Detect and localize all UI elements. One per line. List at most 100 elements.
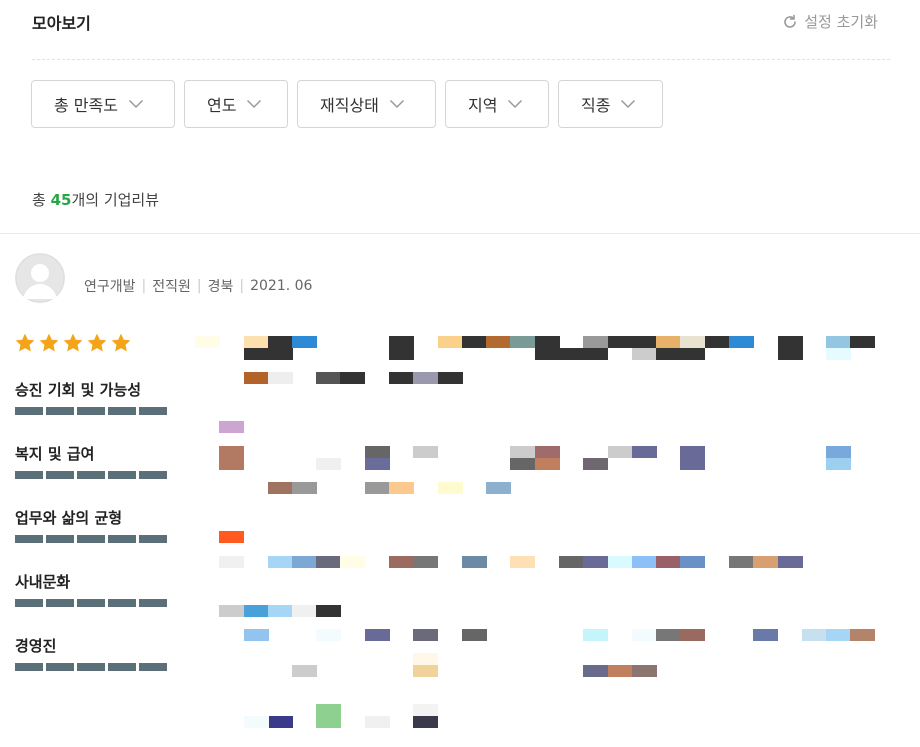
mosaic-block: [753, 556, 778, 568]
mosaic-block: [535, 336, 560, 348]
mosaic-block: [680, 336, 705, 348]
mosaic-block: [365, 482, 390, 494]
mosaic-block: [413, 372, 438, 384]
mosaic-block: [365, 629, 390, 641]
mosaic-block: [535, 446, 560, 458]
mosaic-block: [850, 336, 875, 348]
mosaic-block: [510, 458, 535, 470]
mosaic-block: [559, 556, 584, 568]
mosaic-block: [729, 556, 754, 568]
mosaic-block: [268, 336, 293, 348]
mosaic-block: [778, 348, 803, 360]
mosaic-block: [656, 629, 681, 641]
mosaic-block: [244, 348, 269, 360]
mosaic-block: [268, 556, 293, 568]
mosaic-block: [219, 446, 244, 458]
mosaic-block: [389, 348, 414, 360]
mosaic-block: [340, 556, 365, 568]
mosaic-block: [462, 556, 487, 568]
mosaic-block: [219, 531, 244, 543]
mosaic-block: [365, 716, 390, 728]
mosaic-block: [413, 446, 438, 458]
mosaic-block: [244, 716, 269, 728]
mosaic-block: [292, 482, 317, 494]
mosaic-block: [413, 556, 438, 568]
mosaic-block: [389, 336, 414, 348]
mosaic-block: [632, 446, 657, 458]
mosaic-block: [753, 629, 778, 641]
mosaic-block: [535, 348, 560, 360]
mosaic-block: [268, 605, 293, 617]
mosaic-block: [826, 629, 851, 641]
mosaic-block: [389, 372, 414, 384]
mosaic-block: [268, 348, 293, 360]
mosaic-block: [510, 446, 535, 458]
mosaic-block: [413, 653, 438, 665]
mosaic-block: [413, 629, 438, 641]
mosaic-block: [219, 421, 244, 433]
mosaic-block: [583, 336, 608, 348]
mosaic-block: [219, 458, 244, 470]
mosaic-block: [195, 336, 220, 348]
mosaic-block: [608, 336, 633, 348]
mosaic-block: [268, 372, 293, 384]
mosaic-block: [826, 348, 851, 360]
mosaic-block: [462, 629, 487, 641]
mosaic-block: [826, 446, 851, 458]
mosaic-block: [680, 348, 705, 360]
mosaic-block: [559, 348, 584, 360]
mosaic-block: [292, 605, 317, 617]
mosaic-block: [608, 665, 633, 677]
mosaic-block: [316, 716, 341, 728]
mosaic-block: [438, 482, 463, 494]
mosaic-block: [365, 458, 390, 470]
mosaic-block: [705, 336, 730, 348]
mosaic-block: [413, 665, 438, 677]
blurred-review-content: [195, 336, 875, 728]
mosaic-block: [583, 458, 608, 470]
mosaic-block: [486, 336, 511, 348]
mosaic-block: [656, 556, 681, 568]
mosaic-block: [632, 629, 657, 641]
mosaic-block: [680, 446, 705, 458]
mosaic-block: [778, 336, 803, 348]
mosaic-block: [244, 336, 269, 348]
mosaic-block: [680, 629, 705, 641]
mosaic-block: [583, 348, 608, 360]
mosaic-block: [292, 336, 317, 348]
mosaic-block: [413, 704, 438, 716]
mosaic-block: [583, 629, 608, 641]
mosaic-block: [389, 556, 414, 568]
mosaic-block: [826, 458, 851, 470]
mosaic-block: [680, 458, 705, 470]
mosaic-block: [292, 556, 317, 568]
mosaic-block: [680, 556, 705, 568]
mosaic-block: [510, 556, 535, 568]
mosaic-block: [340, 372, 365, 384]
mosaic-block: [268, 716, 293, 728]
mosaic-block: [438, 336, 463, 348]
mosaic-block: [632, 336, 657, 348]
mosaic-block: [316, 556, 341, 568]
mosaic-block: [608, 446, 633, 458]
mosaic-block: [316, 458, 341, 470]
mosaic-block: [244, 605, 269, 617]
mosaic-block: [656, 336, 681, 348]
mosaic-block: [462, 336, 487, 348]
mosaic-block: [316, 372, 341, 384]
mosaic-block: [535, 458, 560, 470]
mosaic-block: [486, 482, 511, 494]
mosaic-block: [219, 556, 244, 568]
mosaic-block: [316, 629, 341, 641]
mosaic-block: [583, 556, 608, 568]
mosaic-block: [268, 482, 293, 494]
mosaic-block: [438, 372, 463, 384]
mosaic-block: [608, 556, 633, 568]
mosaic-block: [292, 665, 317, 677]
mosaic-block: [632, 665, 657, 677]
mosaic-block: [413, 716, 438, 728]
mosaic-block: [778, 556, 803, 568]
mosaic-block: [510, 336, 535, 348]
mosaic-block: [316, 605, 341, 617]
mosaic-block: [850, 629, 875, 641]
